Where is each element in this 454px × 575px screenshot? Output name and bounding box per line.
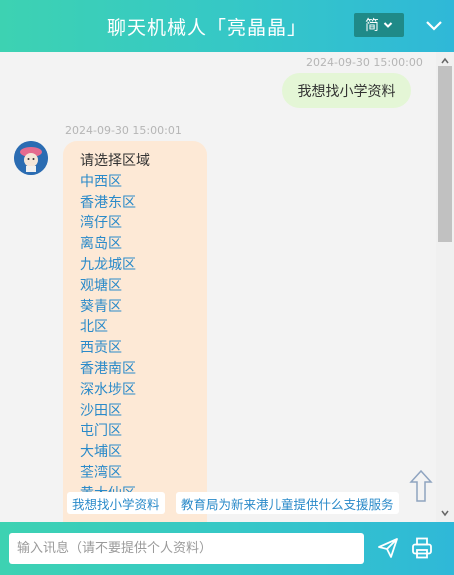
region-option[interactable]: 中西区 — [80, 172, 207, 193]
bot-avatar-icon — [14, 141, 48, 175]
suggestion-bar: 我想找小学资料 教育局为新来港儿童提供什么支援服务 — [0, 492, 436, 516]
region-option[interactable]: 离岛区 — [80, 234, 207, 255]
region-option[interactable]: 屯门区 — [80, 421, 207, 442]
region-option[interactable]: 湾仔区 — [80, 213, 207, 234]
region-option[interactable]: 观塘区 — [80, 276, 207, 297]
chat-messages: 2024-09-30 15:00:00 我想找小学资料 2024-09-30 1… — [0, 52, 436, 522]
collapse-chevron-icon[interactable] — [424, 16, 444, 36]
chat-footer — [0, 522, 454, 575]
scroll-up-icon[interactable] — [440, 56, 450, 66]
region-option[interactable]: 九龙城区 — [80, 255, 207, 276]
suggestion-chip[interactable]: 我想找小学资料 — [67, 492, 165, 514]
region-option[interactable]: 香港东区 — [80, 193, 207, 214]
user-message-timestamp: 2024-09-30 15:00:00 — [306, 56, 423, 69]
region-option[interactable]: 香港南区 — [80, 359, 207, 380]
bot-message-bubble: 请选择区域 中西区 香港东区 湾仔区 离岛区 九龙城区 观塘区 葵青区 北区 西… — [63, 141, 207, 522]
language-button[interactable]: 简 — [354, 13, 404, 37]
user-message-text: 我想找小学资料 — [297, 83, 396, 100]
send-icon[interactable] — [376, 536, 400, 560]
region-option[interactable]: 沙田区 — [80, 401, 207, 422]
region-option[interactable]: 荃湾区 — [80, 463, 207, 484]
chevron-down-icon — [383, 22, 393, 28]
language-label: 简 — [365, 18, 379, 34]
chat-header: 聊天机械人「亮晶晶」 简 — [0, 0, 454, 52]
region-option[interactable]: 深水埗区 — [80, 380, 207, 401]
bot-message-timestamp: 2024-09-30 15:00:01 — [65, 124, 182, 137]
bot-prompt: 请选择区域 — [80, 153, 150, 169]
region-option[interactable]: 北区 — [80, 317, 207, 338]
message-input[interactable] — [9, 533, 364, 564]
scroll-thumb[interactable] — [438, 66, 452, 242]
region-option[interactable]: 大埔区 — [80, 442, 207, 463]
scroll-down-icon[interactable] — [440, 508, 450, 518]
region-option[interactable]: 葵青区 — [80, 297, 207, 318]
user-message-bubble: 我想找小学资料 — [282, 73, 411, 108]
region-option[interactable]: 西贡区 — [80, 338, 207, 359]
chat-scrollbar[interactable] — [436, 52, 454, 522]
print-icon[interactable] — [410, 536, 434, 560]
suggestion-chip[interactable]: 教育局为新来港儿童提供什么支援服务 — [176, 492, 399, 514]
